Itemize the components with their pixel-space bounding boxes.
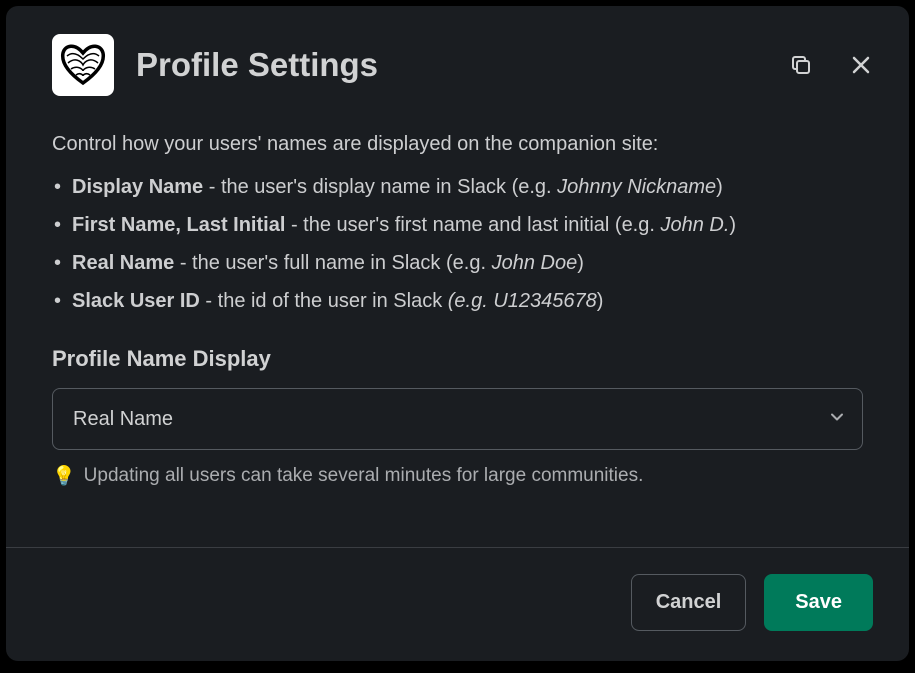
- option-close: ): [716, 176, 723, 198]
- heart-rope-icon: [59, 41, 107, 89]
- copy-icon: [789, 53, 813, 77]
- app-logo: [52, 34, 114, 96]
- option-close: ): [729, 214, 736, 236]
- profile-settings-modal: Profile Settings Control how your users'…: [6, 6, 909, 661]
- option-close: ): [577, 252, 584, 274]
- option-desc: - the user's display name in Slack (e.g.: [203, 176, 557, 198]
- list-item: Display Name - the user's display name i…: [52, 168, 863, 206]
- option-example: Johnny Nickname: [557, 176, 716, 198]
- hint-text: Updating all users can take several minu…: [84, 465, 644, 487]
- option-name: Slack User ID: [72, 290, 200, 312]
- option-name: Real Name: [72, 252, 174, 274]
- option-name: First Name, Last Initial: [72, 214, 285, 236]
- cancel-button[interactable]: Cancel: [631, 574, 747, 631]
- list-item: Real Name - the user's full name in Slac…: [52, 244, 863, 282]
- close-icon: [849, 53, 873, 77]
- copy-button[interactable]: [783, 47, 819, 83]
- list-item: First Name, Last Initial - the user's fi…: [52, 206, 863, 244]
- select-wrapper: Real Name: [52, 388, 863, 450]
- option-desc: - the user's first name and last initial…: [285, 214, 660, 236]
- modal-title: Profile Settings: [136, 46, 761, 84]
- option-example: John D.: [660, 214, 729, 236]
- modal-footer: Cancel Save: [6, 547, 909, 661]
- option-desc: - the user's full name in Slack (e.g.: [174, 252, 491, 274]
- option-example: John Doe: [492, 252, 578, 274]
- close-button[interactable]: [843, 47, 879, 83]
- field-label: Profile Name Display: [52, 346, 863, 372]
- option-name: Display Name: [72, 176, 203, 198]
- hint-row: 💡 Updating all users can take several mi…: [52, 464, 863, 488]
- modal-body: Control how your users' names are displa…: [6, 116, 909, 547]
- select-value: Real Name: [73, 408, 173, 431]
- list-item: Slack User ID - the id of the user in Sl…: [52, 282, 863, 320]
- bulb-icon: 💡: [52, 464, 76, 488]
- profile-name-display-select[interactable]: Real Name: [52, 388, 863, 450]
- option-close: ): [597, 290, 604, 312]
- modal-header: Profile Settings: [6, 6, 909, 116]
- option-example: (e.g. U12345678: [448, 290, 597, 312]
- save-button[interactable]: Save: [764, 574, 873, 631]
- intro-text: Control how your users' names are displa…: [52, 128, 863, 160]
- option-desc: - the id of the user in Slack: [200, 290, 448, 312]
- header-actions: [783, 47, 879, 83]
- options-description-list: Display Name - the user's display name i…: [52, 168, 863, 320]
